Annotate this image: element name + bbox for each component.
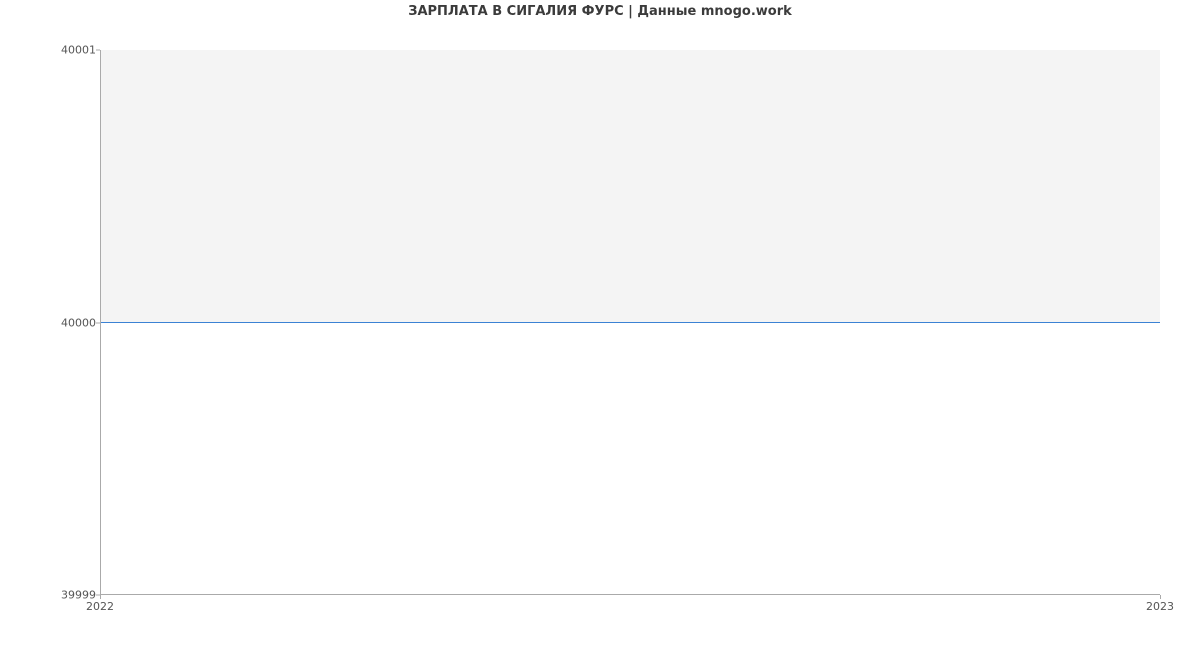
x-tick-mark: [1160, 595, 1161, 599]
y-tick-label: 40001: [6, 44, 96, 57]
x-tick-mark: [100, 595, 101, 599]
x-tick-label: 2023: [1146, 600, 1174, 613]
x-tick-label: 2022: [86, 600, 114, 613]
y-tick-label: 39999: [6, 589, 96, 602]
chart-title: ЗАРПЛАТА В СИГАЛИЯ ФУРС | Данные mnogo.w…: [0, 4, 1200, 19]
grid-band: [101, 322, 1160, 594]
grid-band: [101, 50, 1160, 322]
y-tick-label: 40000: [6, 316, 96, 329]
salary-line-chart: ЗАРПЛАТА В СИГАЛИЯ ФУРС | Данные mnogo.w…: [0, 0, 1200, 650]
data-series-line: [101, 322, 1160, 323]
plot-area: [100, 50, 1160, 595]
